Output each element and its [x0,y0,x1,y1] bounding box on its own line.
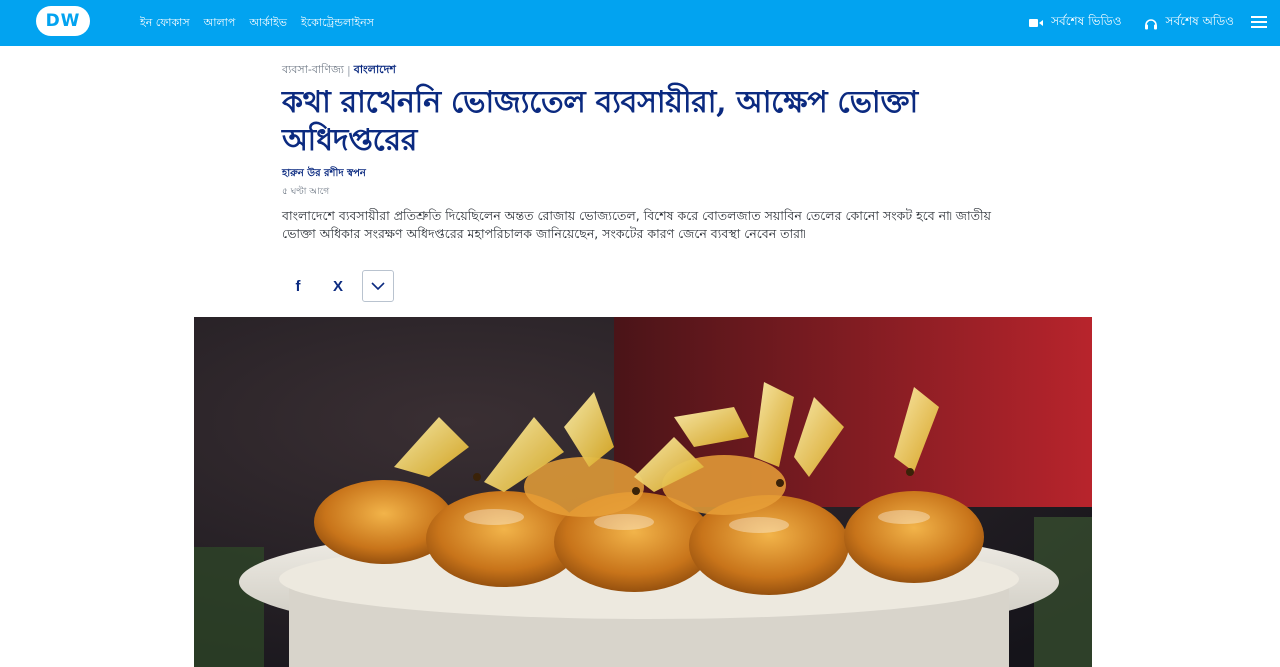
headphones-icon [1144,18,1157,29]
share-x-button[interactable]: X [322,270,354,302]
article-author[interactable]: হারুন উর রশীদ স্বপন [282,166,1042,183]
latest-audio-link[interactable]: সর্বশেষ অডিও [1144,13,1234,33]
nav-item-alap[interactable]: আলাপ [204,14,236,33]
nav-item-archive[interactable]: আর্কাইভ [249,14,287,33]
nav-item-in-focus[interactable]: ইন ফোকাস [140,14,190,33]
latest-video-link[interactable]: সর্বশেষ ভিডিও [1029,13,1122,33]
breadcrumb-section[interactable]: ব্যবসা-বাণিজ্য [282,61,344,80]
share-bar: f X [282,270,394,302]
hamburger-menu-icon[interactable] [1250,12,1268,32]
media-links: সর্বশেষ ভিডিও সর্বশেষ অডিও [1029,0,1234,46]
share-more-button[interactable] [362,270,394,302]
logo-text: DW [45,11,81,31]
latest-video-label: সর্বশেষ ভিডিও [1051,14,1122,28]
breadcrumb: ব্যবসা-বাণিজ্য | বাংলাদেশ [282,62,1042,78]
breadcrumb-separator: | [347,63,351,77]
article-lead: বাংলাদেশে ব্যবসায়ীরা প্রতিশ্রুতি দিয়েছ… [282,208,991,241]
main-nav: ইন ফোকাস আলাপ আর্কাইভ ইকোট্রেন্ডলাইনস [140,0,374,46]
hero-image [194,317,1092,667]
x-icon: X [332,277,343,295]
top-navigation-bar: DW ইন ফোকাস আলাপ আর্কাইভ ইকোট্রেন্ডলাইনস… [0,0,1280,46]
dw-logo[interactable]: DW [36,6,90,36]
breadcrumb-category[interactable]: বাংলাদেশ [354,61,396,80]
share-facebook-button[interactable]: f [282,270,314,302]
oil-packets-photo [194,317,1092,667]
latest-audio-label: সর্বশেষ অডিও [1165,14,1234,28]
article-title: কথা রাখেননি ভোজ্যতেল ব্যবসায়ীরা, আক্ষেপ… [282,85,918,158]
video-camera-icon [1029,19,1044,27]
chevron-down-icon [371,282,385,290]
facebook-icon: f [295,277,301,295]
article-header: ব্যবসা-বাণিজ্য | বাংলাদেশ কথা রাখেননি ভো… [282,62,1042,256]
article-timestamp: ৫ ঘণ্টা আগে [282,187,330,197]
nav-item-ecotrendlines[interactable]: ইকোট্রেন্ডলাইনস [301,14,374,33]
